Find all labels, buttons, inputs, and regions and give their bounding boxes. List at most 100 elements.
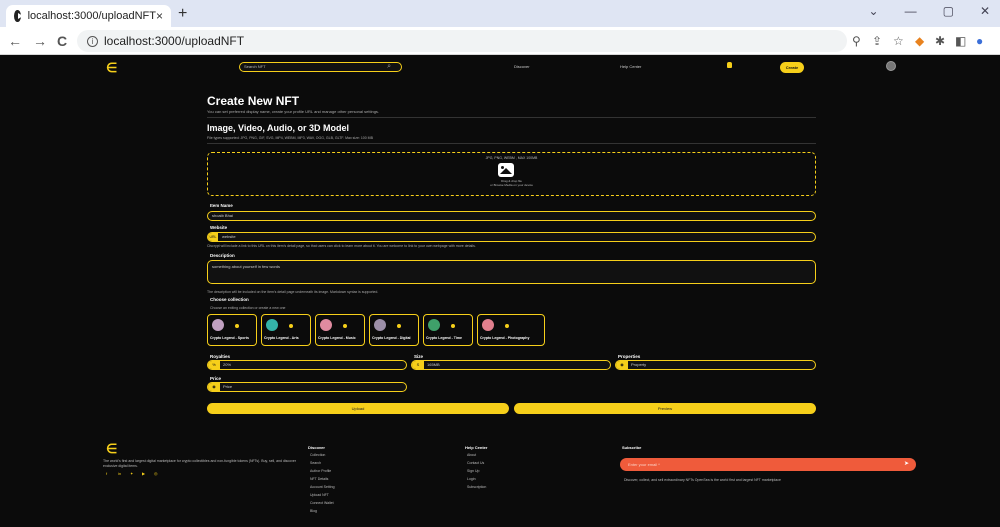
item-name-label: Item Name	[210, 203, 233, 208]
item-name-input[interactable]: shoaib Bhai	[207, 211, 816, 221]
selection-dot-icon	[397, 324, 401, 328]
footer-link[interactable]: Connect Wallet	[310, 501, 334, 505]
new-tab-button[interactable]: +	[178, 5, 187, 23]
collection-card[interactable]: Crypto Legend - Sports	[207, 314, 257, 346]
bookmark-star-icon[interactable]: ☆	[893, 34, 904, 48]
instagram-icon[interactable]: ◎	[154, 471, 158, 476]
subscribe-email-input[interactable]: Enter your email * ➤	[620, 458, 916, 471]
minimize-button[interactable]: —	[905, 4, 917, 18]
avatar[interactable]	[886, 61, 896, 71]
search-icon[interactable]: ⌕	[387, 63, 391, 71]
image-icon	[498, 163, 514, 177]
extensions-icon[interactable]: ✱	[935, 34, 945, 48]
website-input[interactable]: URL website	[207, 232, 816, 242]
collection-card[interactable]: Crypto Legend - Digital	[369, 314, 419, 346]
youtube-icon[interactable]: ▶	[142, 471, 145, 476]
linkedin-icon[interactable]: in	[118, 471, 121, 476]
description-help: The description will be included on the …	[207, 290, 379, 294]
facebook-icon[interactable]: f	[106, 471, 107, 476]
metamask-icon[interactable]: ◆	[915, 34, 924, 48]
collection-label: Choose collection	[210, 297, 249, 302]
description-textarea[interactable]: something about yourself in few words	[207, 260, 816, 284]
preview-button[interactable]: Preview	[514, 403, 816, 414]
forward-icon[interactable]: →	[33, 33, 47, 49]
collection-help: Choose an exiting collection or create a…	[210, 306, 286, 310]
collection-image	[212, 319, 224, 331]
properties-input[interactable]: ◉ Property	[615, 360, 816, 370]
app-page: ∈ Search NFT ⌕ Discover Help Center Crea…	[0, 56, 1000, 527]
upload-button[interactable]: Upload	[207, 403, 509, 414]
collection-card[interactable]: Crypto Legend - Photography	[477, 314, 545, 346]
info-icon[interactable]: i	[87, 35, 98, 47]
footer-link[interactable]: Blog	[310, 509, 317, 513]
nav-discover[interactable]: Discover	[514, 64, 530, 69]
properties-value: Property	[631, 362, 647, 367]
royalties-value: 20%	[223, 362, 232, 367]
close-window-button[interactable]: ✕	[980, 4, 990, 18]
create-button[interactable]: Create	[780, 62, 804, 73]
properties-label: Properties	[618, 354, 641, 359]
collection-name: Crypto Legend - Photography	[480, 336, 530, 340]
footer-help-title: Help Center	[465, 445, 488, 450]
dropzone-line2[interactable]: or Browse Media on your device	[208, 183, 815, 187]
twitter-icon[interactable]: ✦	[130, 471, 133, 476]
search-placeholder: Search NFT	[244, 64, 266, 69]
search-input[interactable]: Search NFT ⌕	[239, 62, 402, 72]
reload-icon[interactable]: C	[57, 33, 67, 49]
file-dropzone[interactable]: JPG, PNG, WEBM , MAX 100MB Drag & drop f…	[207, 152, 816, 196]
browser-tab[interactable]: localhost:3000/uploadNFT ×	[6, 5, 171, 27]
divider	[207, 117, 816, 118]
collection-card[interactable]: Crypto Legend - Arts	[261, 314, 311, 346]
logo-icon[interactable]: ∈	[106, 60, 117, 76]
sidebar-icon[interactable]: ◧	[955, 34, 966, 48]
footer-link[interactable]: Sign Up	[467, 469, 479, 473]
tab-title: localhost:3000/uploadNFT	[27, 10, 156, 22]
selection-dot-icon	[289, 324, 293, 328]
collection-image	[482, 319, 494, 331]
footer-link[interactable]: Account Setting	[310, 485, 335, 489]
zoom-icon[interactable]: ⚲	[852, 34, 861, 48]
footer-link[interactable]: Collection	[310, 453, 325, 457]
footer-link[interactable]: Upload NFT	[310, 493, 329, 497]
collection-card[interactable]: Crypto Legend - Music	[315, 314, 365, 346]
share-icon[interactable]: ⇪	[872, 34, 882, 48]
subscribe-text: Discover, collect, and sell extraordinar…	[624, 478, 781, 482]
description-label: Description	[210, 253, 235, 258]
collection-image	[320, 319, 332, 331]
size-label: Size	[414, 354, 424, 359]
footer-link[interactable]: Login	[467, 477, 476, 481]
address-bar: ← → C i localhost:3000/uploadNFT ⚲ ⇪ ☆ ◆…	[0, 27, 1000, 55]
size-input[interactable]: S 165MB	[411, 360, 611, 370]
nav-help-center[interactable]: Help Center	[620, 64, 641, 69]
footer-link[interactable]: Contact Us	[467, 461, 484, 465]
footer-link[interactable]: Author Profile	[310, 469, 331, 473]
percent-icon: %	[208, 361, 220, 369]
footer-about-text: The world's first and largest digital ma…	[103, 459, 296, 468]
selection-dot-icon	[343, 324, 347, 328]
selection-dot-icon	[505, 324, 509, 328]
royalties-input[interactable]: % 20%	[207, 360, 407, 370]
website-help: Ciscrypt will include a link to this URL…	[207, 244, 476, 248]
collection-card[interactable]: Crypto Legend - Time	[423, 314, 473, 346]
website-value: website	[222, 234, 236, 239]
footer-link[interactable]: About	[467, 453, 476, 457]
footer-link[interactable]: Search	[310, 461, 321, 465]
bell-icon[interactable]	[727, 62, 732, 68]
selection-dot-icon	[451, 324, 455, 328]
collection-image	[374, 319, 386, 331]
profile-icon[interactable]: ●	[976, 34, 983, 48]
subscribe-placeholder: Enter your email *	[628, 462, 660, 467]
send-arrow-icon[interactable]: ➤	[904, 458, 909, 471]
back-icon[interactable]: ←	[8, 33, 22, 49]
price-icon: ◉	[208, 383, 220, 391]
url-input[interactable]: i localhost:3000/uploadNFT	[77, 30, 847, 52]
footer-link[interactable]: NFT Details	[310, 477, 328, 481]
footer-link[interactable]: Subscription	[467, 485, 486, 489]
footer-discover-title: Discover	[308, 445, 325, 450]
close-tab-icon[interactable]: ×	[156, 9, 163, 23]
price-input[interactable]: ◉ Price	[207, 382, 407, 392]
url-text: localhost:3000/uploadNFT	[104, 34, 245, 48]
chevron-down-icon[interactable]: ⌄	[869, 4, 879, 18]
maximize-button[interactable]: ▢	[943, 4, 954, 18]
footer-logo-icon[interactable]: ∈	[106, 441, 117, 457]
